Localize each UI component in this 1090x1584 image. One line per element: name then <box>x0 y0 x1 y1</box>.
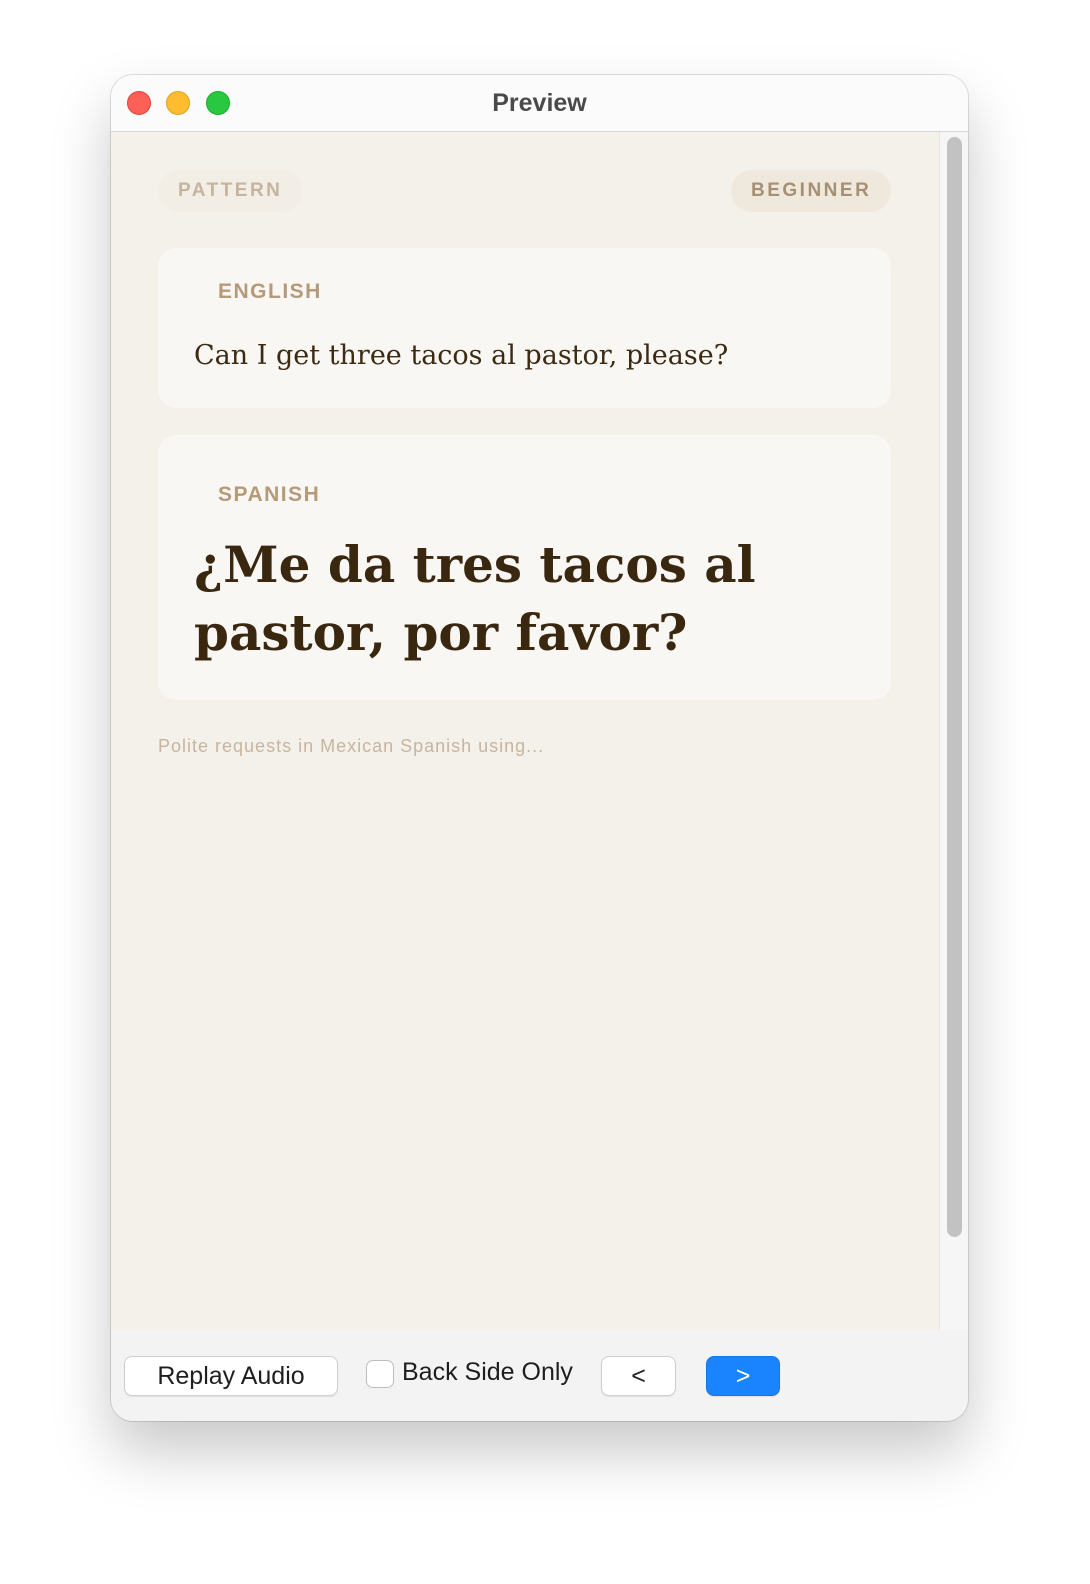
english-text: Can I get three tacos al pastor, please? <box>194 340 729 371</box>
spanish-text: ¿Me da tres tacos al pastor, por favor? <box>194 535 756 662</box>
window-title: Preview <box>492 89 587 117</box>
next-card-button[interactable]: > <box>706 1356 780 1396</box>
english-card: ENGLISH Can I get three tacos al pastor,… <box>158 248 891 408</box>
back-side-only-label[interactable]: Back Side Only <box>402 1358 573 1387</box>
usage-note: Polite requests in Mexican Spanish using… <box>158 736 545 756</box>
footer-toolbar: Replay Audio Back Side Only < > <box>111 1330 968 1421</box>
previous-card-button[interactable]: < <box>601 1356 676 1396</box>
level-badge: BEGINNER <box>731 170 892 212</box>
spanish-label: SPANISH <box>218 483 321 506</box>
card-preview-area: PATTERN BEGINNER ENGLISH Can I get three… <box>111 132 939 1330</box>
title-bar: Preview <box>111 75 968 132</box>
card-type-badge: PATTERN <box>158 170 303 212</box>
english-label: ENGLISH <box>218 280 322 303</box>
replay-audio-button[interactable]: Replay Audio <box>124 1356 338 1396</box>
scrollbar-thumb[interactable] <box>947 137 962 1237</box>
spanish-card: SPANISH ¿Me da tres tacos al pastor, por… <box>158 435 891 700</box>
vertical-scrollbar[interactable] <box>939 132 968 1330</box>
preview-window: Preview PATTERN BEGINNER ENGLISH Can I g… <box>111 75 968 1421</box>
back-side-only-checkbox[interactable] <box>366 1360 394 1388</box>
